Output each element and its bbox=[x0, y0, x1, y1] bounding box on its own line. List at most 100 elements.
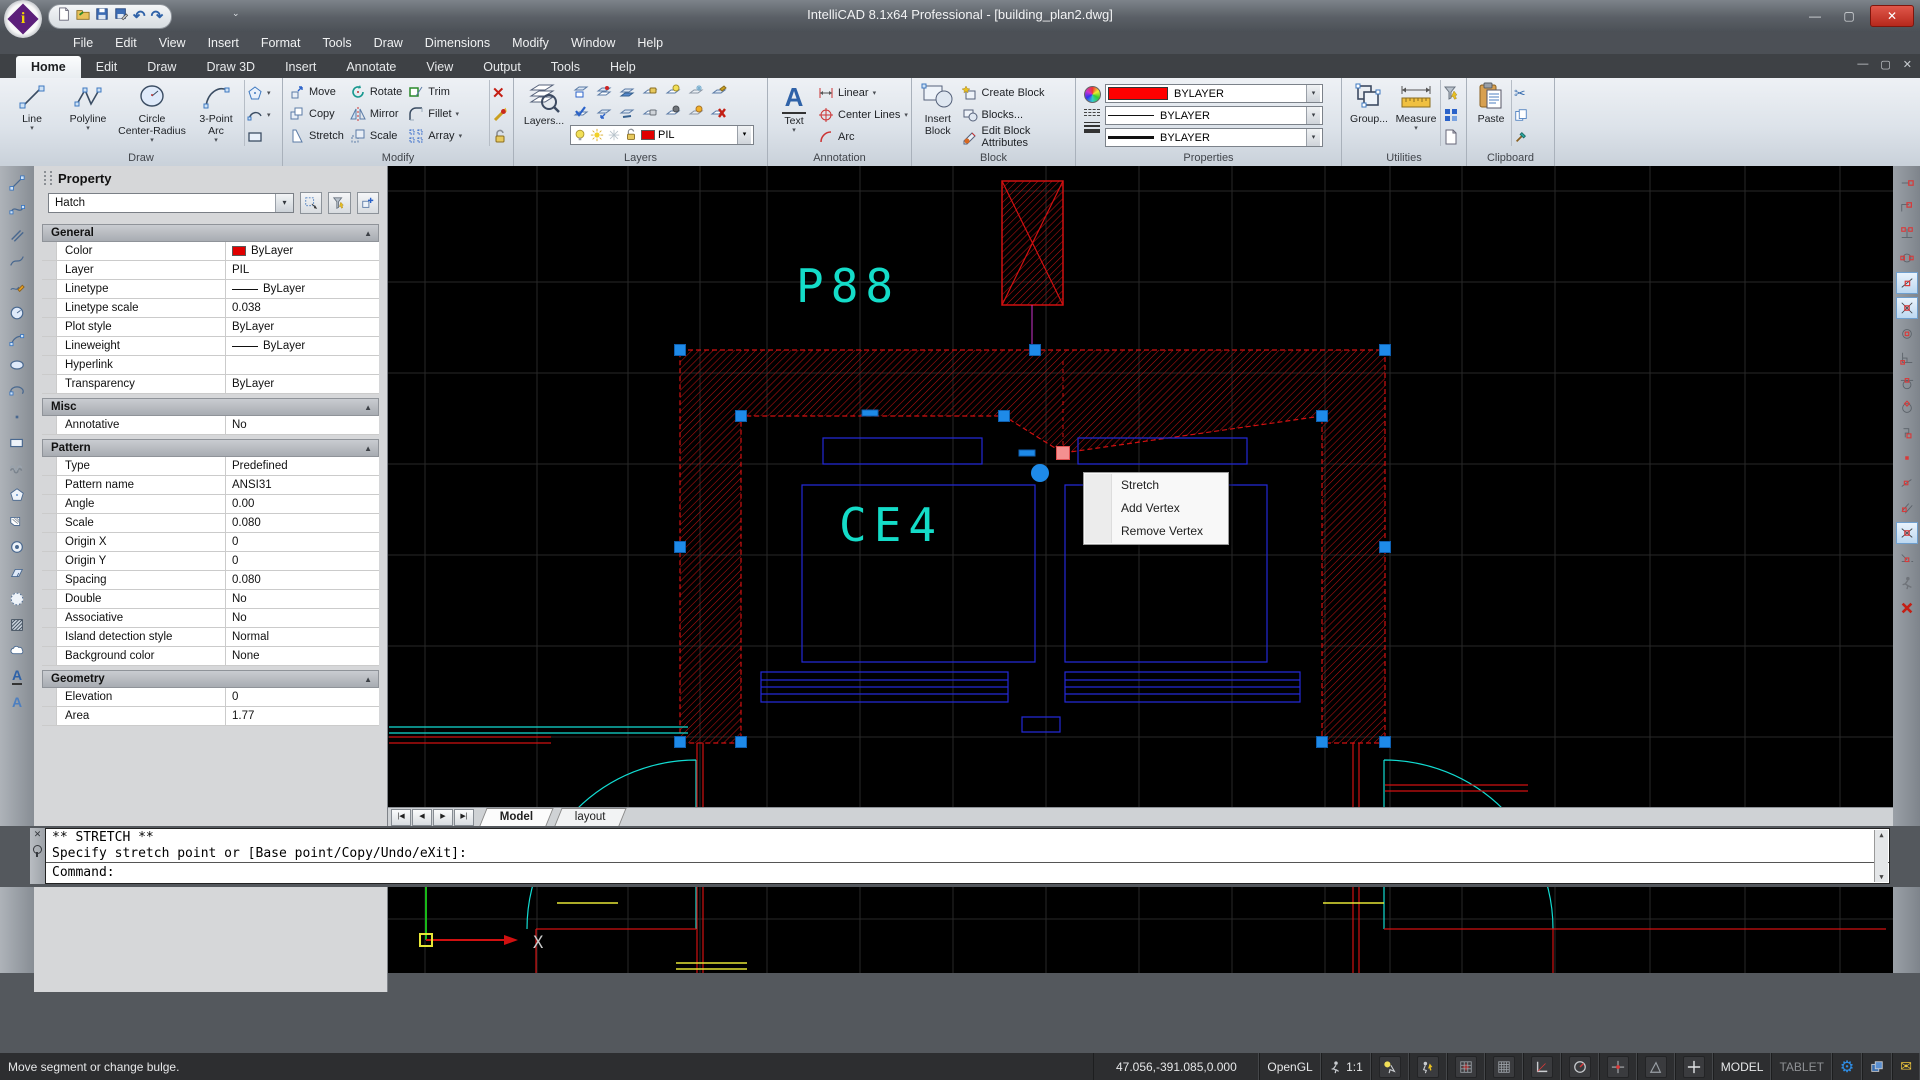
lineweight-icon[interactable] bbox=[1084, 122, 1100, 133]
coordinates-readout[interactable]: 47.056,-391.085,0.000 bbox=[1093, 1053, 1259, 1080]
erase-icon[interactable]: ✕ bbox=[492, 84, 508, 102]
context-menu-item-add-vertex[interactable]: Add Vertex bbox=[1085, 497, 1227, 520]
tool-boundary-hatch-icon[interactable] bbox=[4, 508, 30, 533]
property-row-background-color[interactable]: Background colorNone bbox=[42, 647, 379, 666]
minimize-button[interactable]: — bbox=[1802, 9, 1828, 23]
layer-combo-dropdown-icon[interactable]: ▾ bbox=[737, 126, 751, 144]
snap-extension-icon[interactable] bbox=[1896, 547, 1918, 569]
property-row-area[interactable]: Area1.77 bbox=[42, 707, 379, 726]
snap-circle-icon[interactable] bbox=[1896, 247, 1918, 269]
layer-states-icon[interactable] bbox=[593, 82, 615, 102]
rotate-button[interactable]: Rotate bbox=[350, 83, 402, 101]
snap-perpendicular-icon[interactable] bbox=[1896, 347, 1918, 369]
model-space-toggle[interactable]: MODEL bbox=[1713, 1053, 1772, 1080]
running-snap-icon[interactable] bbox=[1896, 572, 1918, 594]
trim-button[interactable]: Trim bbox=[408, 83, 462, 101]
property-row-double[interactable]: DoubleNo bbox=[42, 590, 379, 609]
snap-midpoint-icon[interactable] bbox=[1896, 197, 1918, 219]
menu-view[interactable]: View bbox=[148, 36, 197, 50]
tool-point-icon[interactable] bbox=[4, 404, 30, 429]
snap-quadrant-icon[interactable] bbox=[1896, 397, 1918, 419]
tab-output[interactable]: Output bbox=[468, 56, 536, 78]
section-general[interactable]: General▲ bbox=[42, 224, 379, 242]
layer-prev-icon[interactable] bbox=[593, 103, 615, 123]
unlock-icon[interactable] bbox=[492, 128, 508, 146]
tab-model[interactable]: Model bbox=[479, 808, 554, 826]
snap-nearest-icon[interactable] bbox=[1896, 272, 1918, 294]
tool-spline-icon[interactable] bbox=[4, 248, 30, 273]
tab-help[interactable]: Help bbox=[595, 56, 651, 78]
select-entities-icon[interactable] bbox=[300, 192, 322, 214]
property-row-origin-x[interactable]: Origin X0 bbox=[42, 533, 379, 552]
tab-annotate[interactable]: Annotate bbox=[331, 56, 411, 78]
cad-label-p88[interactable]: P88 bbox=[796, 259, 900, 313]
menu-file[interactable]: File bbox=[62, 36, 104, 50]
arc-dimension-button[interactable]: Arc bbox=[818, 128, 908, 146]
tablet-toggle[interactable]: TABLET bbox=[1771, 1053, 1831, 1080]
panel-drag-handle[interactable] bbox=[44, 171, 52, 185]
layer-match-icon[interactable] bbox=[708, 82, 730, 102]
rectangle-icon[interactable] bbox=[247, 128, 271, 146]
arc-icon[interactable]: ▾ bbox=[247, 106, 271, 124]
tool-revision-cloud-icon[interactable] bbox=[4, 638, 30, 663]
tool-donut-icon[interactable] bbox=[4, 534, 30, 559]
menu-edit[interactable]: Edit bbox=[104, 36, 148, 50]
tool-region-icon[interactable] bbox=[4, 586, 30, 611]
property-row-plot-style[interactable]: Plot styleByLayer bbox=[42, 318, 379, 337]
tool-double-line-icon[interactable] bbox=[4, 222, 30, 247]
menu-insert[interactable]: Insert bbox=[197, 36, 250, 50]
doc-restore-icon[interactable]: ▢ bbox=[1880, 58, 1890, 71]
section-geometry[interactable]: Geometry▲ bbox=[42, 670, 379, 688]
create-block-button[interactable]: Create Block bbox=[962, 84, 1073, 102]
layer-freeze-icon[interactable] bbox=[685, 82, 707, 102]
context-menu-item-stretch[interactable]: Stretch bbox=[1085, 474, 1227, 497]
snap-node-icon[interactable] bbox=[1896, 447, 1918, 469]
snap-toggle-icon[interactable] bbox=[1455, 1056, 1477, 1078]
grid-toggle-icon[interactable] bbox=[1493, 1056, 1515, 1078]
line-button[interactable]: Line▾ bbox=[4, 80, 60, 132]
annotation-scale[interactable]: 1:1 bbox=[1321, 1053, 1371, 1080]
tool-mtext-icon[interactable]: A bbox=[4, 690, 30, 715]
page-setup-icon[interactable] bbox=[1443, 128, 1459, 146]
polygon-icon[interactable]: ▾ bbox=[247, 84, 271, 102]
snap-parallel-icon[interactable] bbox=[1896, 497, 1918, 519]
layer-delete-icon[interactable] bbox=[708, 103, 730, 123]
layer-lock-icon[interactable] bbox=[639, 82, 661, 102]
stretch-button[interactable]: Stretch bbox=[289, 127, 344, 145]
entity-type-dropdown-icon[interactable]: ▾ bbox=[275, 194, 293, 212]
property-row-annotative[interactable]: AnnotativeNo bbox=[42, 416, 379, 435]
cut-icon[interactable]: ✂ bbox=[1514, 84, 1528, 102]
tool-rectangle-icon[interactable] bbox=[4, 430, 30, 455]
layer-unlock-icon[interactable] bbox=[639, 103, 661, 123]
command-box[interactable]: ** STRETCH ** Specify stretch point or [… bbox=[45, 828, 1890, 884]
copy-button[interactable]: Copy bbox=[289, 105, 344, 123]
property-row-lineweight[interactable]: LineweightByLayer bbox=[42, 337, 379, 356]
autoscale-icon[interactable] bbox=[1417, 1056, 1439, 1078]
tab-draw[interactable]: Draw bbox=[132, 56, 191, 78]
edit-block-attributes-button[interactable]: Edit Block Attributes bbox=[962, 128, 1073, 146]
tool-polyline-icon[interactable] bbox=[4, 196, 30, 221]
property-row-angle[interactable]: Angle0.00 bbox=[42, 495, 379, 514]
match-properties-icon[interactable] bbox=[1514, 128, 1528, 146]
scale-button[interactable]: Scale bbox=[350, 127, 402, 145]
explode-icon[interactable] bbox=[492, 106, 508, 124]
tool-plane-icon[interactable] bbox=[4, 560, 30, 585]
linear-dimension-button[interactable]: Linear▾ bbox=[818, 84, 908, 102]
layer-unisolate-icon[interactable] bbox=[662, 103, 684, 123]
tool-line-icon[interactable] bbox=[4, 170, 30, 195]
layer-current-icon[interactable] bbox=[570, 103, 592, 123]
prev-tab-button[interactable]: ◀ bbox=[412, 809, 432, 826]
copy-clip-icon[interactable] bbox=[1514, 106, 1528, 124]
menu-tools[interactable]: Tools bbox=[311, 36, 362, 50]
center-lines-button[interactable]: Center Lines▾ bbox=[818, 106, 908, 124]
settings-gear-icon[interactable]: ⚙ bbox=[1832, 1053, 1862, 1080]
tab-home[interactable]: Home bbox=[16, 56, 81, 78]
mail-icon[interactable]: ✉ bbox=[1892, 1053, 1920, 1080]
doc-close-icon[interactable]: ✕ bbox=[1903, 58, 1912, 71]
maximize-button[interactable]: ▢ bbox=[1836, 9, 1862, 23]
tool-coil-icon[interactable] bbox=[4, 456, 30, 481]
property-row-pattern-name[interactable]: Pattern nameANSI31 bbox=[42, 476, 379, 495]
layer-thaw-icon[interactable] bbox=[685, 103, 707, 123]
snap-center-icon[interactable] bbox=[1896, 322, 1918, 344]
layer-on-icon[interactable] bbox=[616, 103, 638, 123]
